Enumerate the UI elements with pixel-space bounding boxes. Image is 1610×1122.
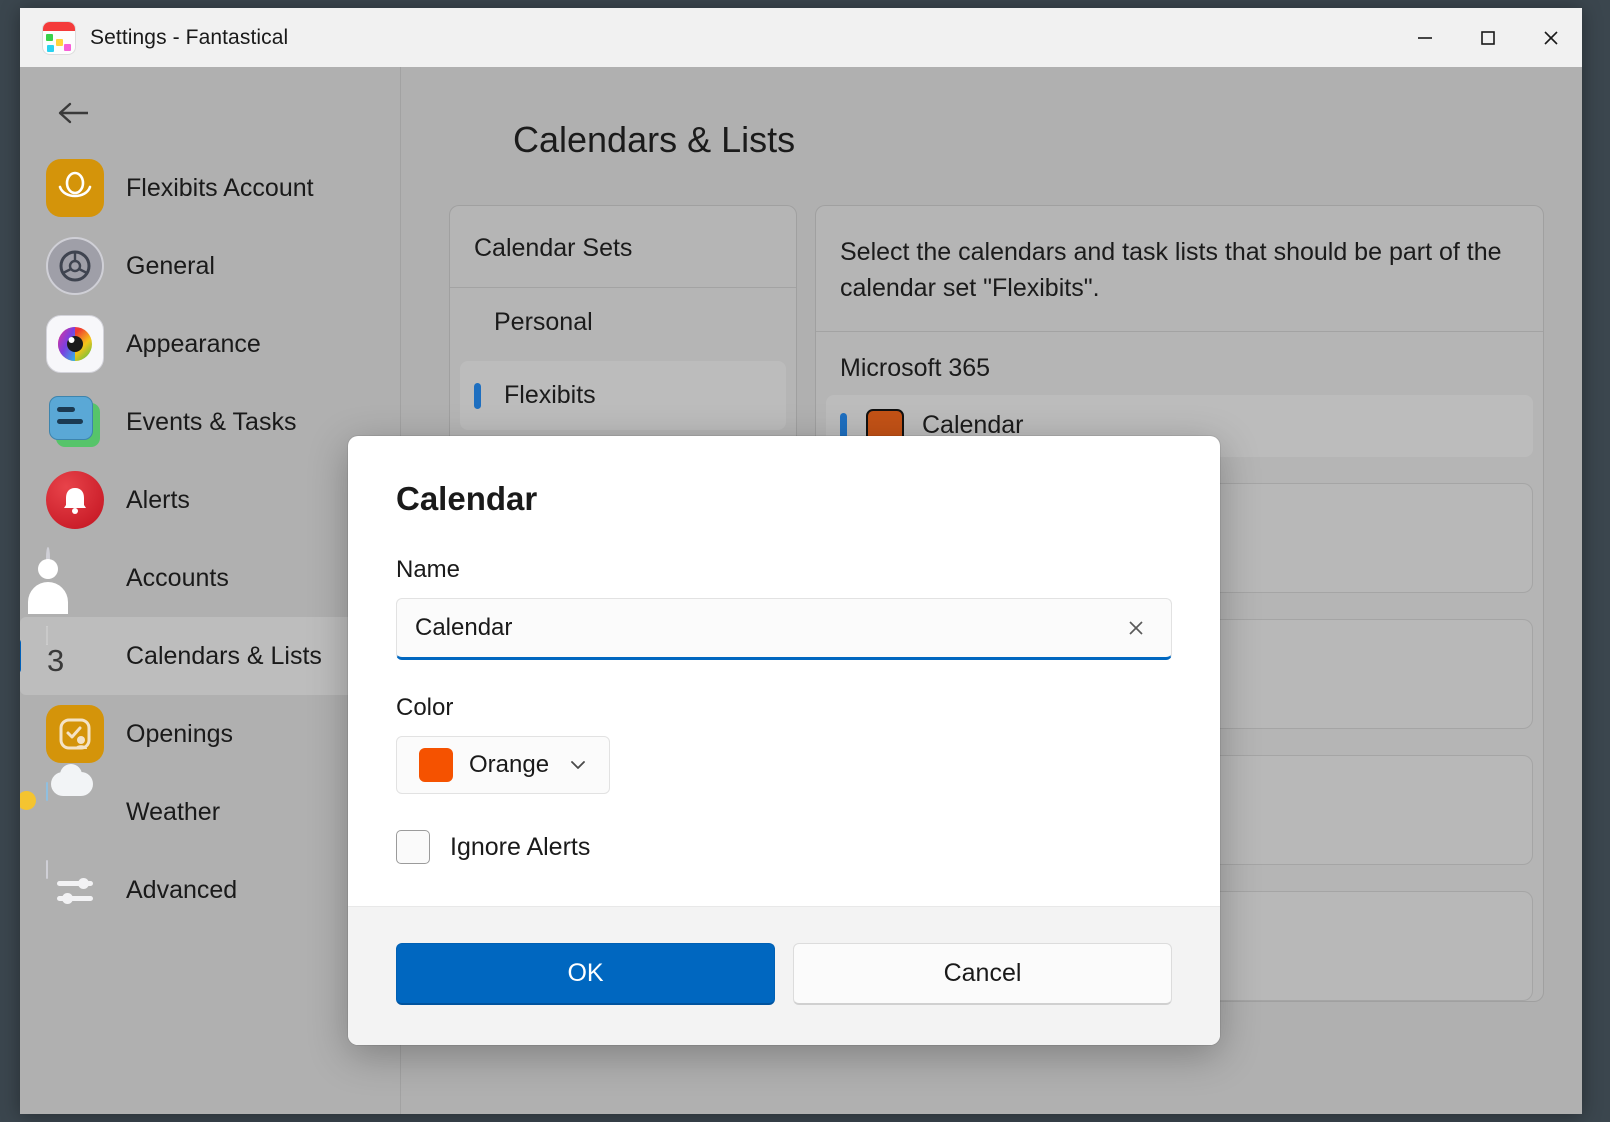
sidebar-item-alerts[interactable]: Alerts — [20, 461, 400, 539]
calendars-panel-description: Select the calendars and task lists that… — [840, 238, 1502, 303]
settings-window: Settings - Fantastical Flexibits Account… — [20, 8, 1582, 1114]
calendar-sets-header: Calendar Sets — [450, 206, 796, 288]
sidebar-item-accounts[interactable]: Accounts — [20, 539, 400, 617]
desktop-backdrop: Settings - Fantastical Flexibits Account… — [0, 0, 1610, 1122]
ok-button[interactable]: OK — [396, 943, 775, 1005]
minimize-button[interactable] — [1393, 8, 1456, 67]
back-row — [20, 77, 400, 149]
fantastical-icon — [42, 20, 76, 55]
openings-icon — [46, 705, 104, 763]
color-swatch — [419, 748, 453, 782]
close-icon — [1129, 621, 1143, 635]
color-dropdown[interactable]: Orange — [396, 736, 611, 794]
sidebar-item-label: Appearance — [126, 329, 261, 358]
dialog-content: Calendar Name Calendar Color Orange Igno… — [348, 436, 1220, 906]
sidebar-item-appearance[interactable]: Appearance — [20, 305, 400, 383]
name-input-value: Calendar — [415, 614, 513, 641]
sidebar-item-calendars-lists[interactable]: 3 Calendars & Lists — [20, 617, 394, 695]
color-wheel-icon — [46, 315, 104, 373]
minimize-icon — [1417, 36, 1432, 39]
sidebar-item-label: Calendars & Lists — [126, 641, 322, 670]
name-input[interactable]: Calendar — [396, 598, 1172, 660]
page-title: Calendars & Lists — [513, 119, 796, 160]
fantastical-icon-square-green — [46, 33, 53, 41]
calendar-icon: 3 — [46, 626, 104, 685]
ignore-alerts-label: Ignore Alerts — [450, 832, 591, 861]
sidebar-item-label: Advanced — [126, 875, 238, 904]
ignore-alerts-checkbox[interactable] — [396, 830, 430, 864]
maximize-icon — [1480, 30, 1495, 45]
calendar-sets-title: Calendar Sets — [474, 234, 633, 262]
sidebar-item-label: General — [126, 251, 215, 280]
name-field-label: Name — [396, 556, 461, 583]
maximize-button[interactable] — [1456, 8, 1519, 67]
sidebar-item-flexibits-account[interactable]: Flexibits Account — [20, 149, 400, 227]
settings-sidebar: Flexibits Account General Appearance Eve… — [20, 67, 400, 1114]
back-arrow-icon — [58, 102, 88, 124]
sidebar-item-label: Weather — [126, 797, 221, 826]
chevron-down-icon — [571, 761, 585, 769]
weather-icon — [20, 764, 104, 841]
cancel-button[interactable]: Cancel — [793, 943, 1172, 1005]
dialog-title: Calendar — [396, 480, 538, 517]
calendar-set-label: Personal — [494, 308, 593, 336]
dialog-footer: OK Cancel — [348, 906, 1220, 1045]
flexibits-account-icon — [46, 159, 104, 217]
fantastical-icon-bar — [43, 21, 75, 31]
sidebar-item-label: Events & Tasks — [126, 407, 297, 436]
fantastical-icon-square-cyan — [47, 44, 54, 52]
calendar-edit-dialog: Calendar Name Calendar Color Orange Igno… — [348, 436, 1220, 1045]
window-title: Settings - Fantastical — [90, 25, 289, 49]
sidebar-item-label: Flexibits Account — [126, 173, 314, 202]
color-field-label: Color — [396, 694, 454, 721]
color-dropdown-value: Orange — [469, 751, 550, 778]
clear-name-button[interactable] — [1119, 611, 1153, 645]
sidebar-item-general[interactable]: General — [20, 227, 400, 305]
sidebar-item-events-tasks[interactable]: Events & Tasks — [20, 383, 400, 461]
window-controls — [1393, 8, 1582, 67]
fantastical-icon-square-pink — [64, 43, 71, 51]
calendar-set-row-flexibits[interactable]: Flexibits — [460, 361, 786, 430]
bell-icon — [46, 471, 104, 529]
close-button[interactable] — [1519, 8, 1582, 67]
close-icon — [1543, 30, 1558, 45]
calendars-panel-header: Select the calendars and task lists that… — [816, 206, 1543, 332]
titlebar-left-group: Settings - Fantastical — [20, 20, 1393, 55]
fantastical-icon-square-yellow — [56, 38, 63, 46]
ignore-alerts-row[interactable]: Ignore Alerts — [396, 830, 1172, 864]
sidebar-item-advanced[interactable]: Advanced — [20, 851, 400, 929]
gear-icon — [46, 237, 104, 295]
calendar-group-label: Microsoft 365 — [840, 353, 991, 382]
calendar-set-row-personal[interactable]: Personal — [450, 288, 796, 357]
sidebar-item-label: Alerts — [126, 485, 190, 514]
sidebar-item-label: Openings — [126, 719, 234, 748]
events-tasks-icon — [46, 393, 104, 451]
sidebar-item-openings[interactable]: Openings — [20, 695, 400, 773]
sidebar-item-label: Accounts — [126, 563, 229, 592]
sidebar-item-weather[interactable]: Weather — [20, 764, 400, 851]
calendar-set-label: Flexibits — [504, 381, 596, 409]
back-button[interactable] — [54, 92, 102, 134]
sliders-icon — [46, 860, 104, 919]
window-titlebar: Settings - Fantastical — [20, 8, 1582, 67]
person-icon — [28, 547, 104, 614]
